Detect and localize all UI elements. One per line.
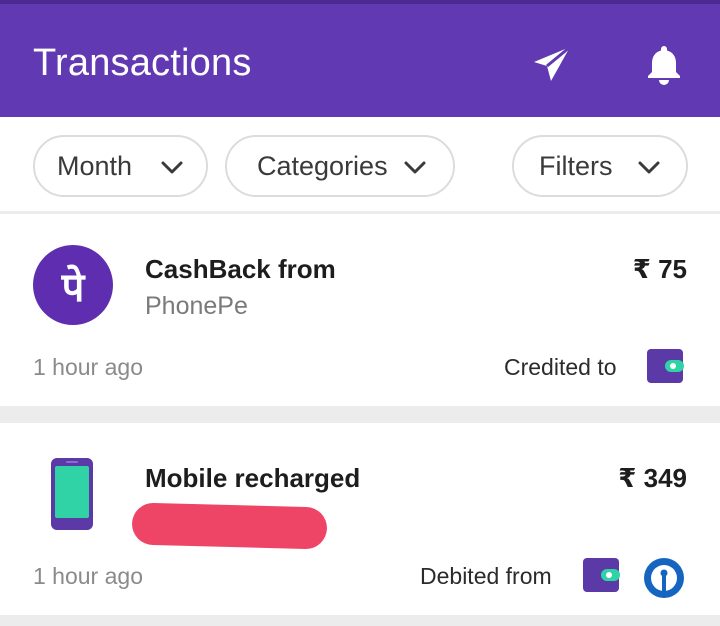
transaction-subtitle: PhonePe [145, 292, 248, 320]
transaction-status: Debited from [420, 563, 552, 589]
chevron-down-icon [404, 161, 426, 174]
redacted-phone-number [131, 502, 328, 550]
transaction-card-mobile-recharge[interactable]: Mobile recharged ₹ 349 1 hour ago Debite… [0, 423, 720, 615]
phonepe-logo-text: पे [61, 264, 86, 311]
transaction-amount: ₹ 349 [618, 463, 687, 493]
transaction-status: Credited to [504, 354, 617, 380]
month-filter-label: Month [57, 150, 133, 181]
transaction-title: Mobile recharged [145, 463, 361, 493]
chevron-down-icon [638, 161, 660, 174]
phonepe-logo-glyph: पे [61, 264, 86, 311]
transaction-card-cashback[interactable]: पे CashBack from PhonePe ₹ 75 1 hour ago… [0, 214, 720, 406]
transaction-title: CashBack from [145, 254, 336, 284]
phonepe-logo-icon: पे [33, 245, 113, 325]
notification-bell-icon[interactable] [642, 42, 686, 86]
filter-bar: Month Categories Filters [0, 117, 720, 211]
transaction-time: 1 hour ago [33, 563, 143, 589]
transaction-time: 1 hour ago [33, 354, 143, 380]
app-bar: Transactions [0, 0, 720, 117]
categories-filter-chip[interactable]: Categories [225, 135, 455, 197]
transaction-amount: ₹ 75 [632, 254, 687, 284]
categories-filter-label: Categories [257, 150, 388, 181]
bank-icon [644, 558, 684, 598]
mobile-phone-icon [51, 458, 93, 530]
chevron-down-icon [161, 161, 183, 174]
page-title: Transactions [33, 42, 252, 84]
send-icon[interactable] [530, 42, 574, 86]
filters-chip[interactable]: Filters [512, 135, 688, 197]
wallet-icon [583, 558, 620, 592]
wallet-icon [647, 349, 684, 383]
filters-label: Filters [539, 150, 613, 181]
month-filter-chip[interactable]: Month [33, 135, 208, 197]
